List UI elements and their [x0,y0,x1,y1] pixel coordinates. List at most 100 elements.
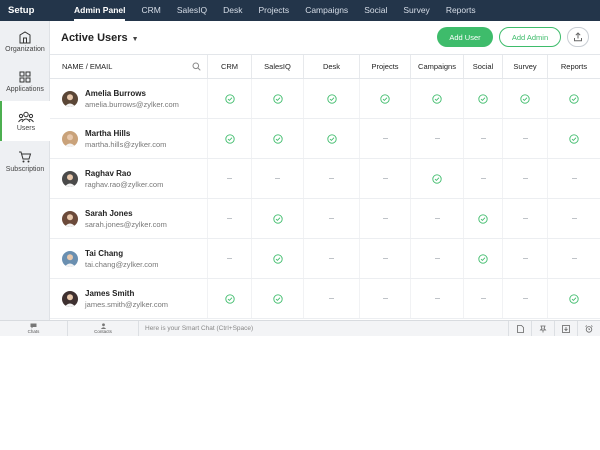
chats-button[interactable]: Chats [0,321,68,336]
chats-label: Chats [27,329,40,334]
sidebar-item-label: Organization [5,45,45,53]
sidebar-item-label: Subscription [5,165,45,173]
avatar [62,210,78,227]
access-cell [410,159,463,198]
access-cell [502,119,547,158]
download-button[interactable] [554,321,577,336]
no-access-dash [522,178,528,179]
access-cell [463,199,502,238]
no-access-dash [571,218,577,219]
sidebar-item-label: Users [16,124,36,132]
check-circle-icon [569,293,579,304]
access-cell [207,119,251,158]
no-access-dash [329,258,334,259]
no-access-dash [382,218,388,219]
access-cell [547,159,600,198]
column-header-survey: Survey [502,55,547,78]
check-circle-icon [478,253,488,264]
table-body: Amelia Burrows amelia.burrows@zylker.com M… [50,79,600,319]
table-row[interactable]: Tai Chang tai.chang@zylker.com [50,239,600,279]
access-cell [303,279,359,318]
column-header-projects: Projects [359,55,410,78]
add-user-button[interactable]: Add User [437,27,493,47]
nav-reports[interactable]: Reports [438,0,484,21]
contacts-button[interactable]: Contacts [68,321,139,336]
sidebar-item-users[interactable]: Users [0,101,50,141]
no-access-dash [329,178,334,179]
no-access-dash [382,258,388,259]
check-circle-icon [569,133,579,144]
access-cell [547,279,600,318]
table-row[interactable]: James Smith james.smith@zylker.com [50,279,600,319]
avatar [62,90,78,107]
pin-button[interactable] [531,321,554,336]
check-circle-icon [478,213,488,224]
nav-survey[interactable]: Survey [395,0,437,21]
user-name: Raghav Rao [85,168,132,178]
sidebar-item-organization[interactable]: Organization [0,21,50,61]
access-cell [502,199,547,238]
user-name: Amelia Burrows [85,88,146,98]
no-access-dash [434,258,440,259]
access-cell [303,119,359,158]
access-cell [359,279,410,318]
chevron-down-icon: ▼ [131,35,139,43]
no-access-dash [329,218,334,219]
column-header-campaigns: Campaigns [410,55,463,78]
page-title[interactable]: Active Users ▼ [50,32,139,44]
no-access-dash [227,218,232,219]
check-circle-icon [272,293,283,304]
user-name: James Smith [85,288,135,298]
search-icon[interactable] [192,62,201,71]
column-header-name-email: NAME / EMAIL [50,55,207,78]
user-cell: Amelia Burrows amelia.burrows@zylker.com [50,79,207,118]
access-cell [502,159,547,198]
column-header-reports: Reports [547,55,600,78]
alarm-button[interactable] [577,321,600,336]
no-access-dash [382,298,388,299]
no-access-dash [329,298,334,299]
access-cell [463,119,502,158]
sidebar-item-applications[interactable]: Applications [0,61,50,101]
nav-social[interactable]: Social [356,0,395,21]
table-row[interactable]: Raghav Rao raghav.rao@zylker.com [50,159,600,199]
nav-campaigns[interactable]: Campaigns [297,0,356,21]
table-row[interactable]: Sarah Jones sarah.jones@zylker.com [50,199,600,239]
nav-crm[interactable]: CRM [133,0,168,21]
nav-desk[interactable]: Desk [215,0,250,21]
export-icon [574,32,582,42]
setup-label: Setup [8,5,35,16]
user-email: james.smith@zylker.com [85,299,169,309]
access-cell [303,79,359,118]
access-cell [359,239,410,278]
organization-icon [19,30,31,43]
column-header-label: NAME / EMAIL [62,62,113,71]
access-cell [547,119,600,158]
nav-projects[interactable]: Projects [250,0,297,21]
table-row[interactable]: Martha Hills martha.hills@zylker.com [50,119,600,159]
no-access-dash [434,298,440,299]
export-button[interactable] [567,27,589,47]
access-cell [410,199,463,238]
alarm-clock-icon [585,324,593,333]
check-circle-icon [272,133,283,144]
access-cell [207,239,251,278]
nav-admin-panel[interactable]: Admin Panel [66,0,133,21]
sidebar-item-label: Applications [6,85,44,93]
document-icon [516,324,524,333]
access-cell [251,79,303,118]
access-cell [410,279,463,318]
check-circle-icon [224,293,235,304]
add-admin-button[interactable]: Add Admin [499,27,561,47]
smart-chat-input[interactable]: Here is your Smart Chat (Ctrl+Space) [139,325,508,332]
sidebar-item-subscription[interactable]: Subscription [0,141,50,181]
access-cell [410,239,463,278]
no-access-dash [227,258,232,259]
check-circle-icon [326,93,337,104]
check-circle-icon [432,93,442,104]
nav-salesiq[interactable]: SalesIQ [169,0,215,21]
column-header-social: Social [463,55,502,78]
table-row[interactable]: Amelia Burrows amelia.burrows@zylker.com [50,79,600,119]
document-button[interactable] [508,321,531,336]
access-cell [359,119,410,158]
